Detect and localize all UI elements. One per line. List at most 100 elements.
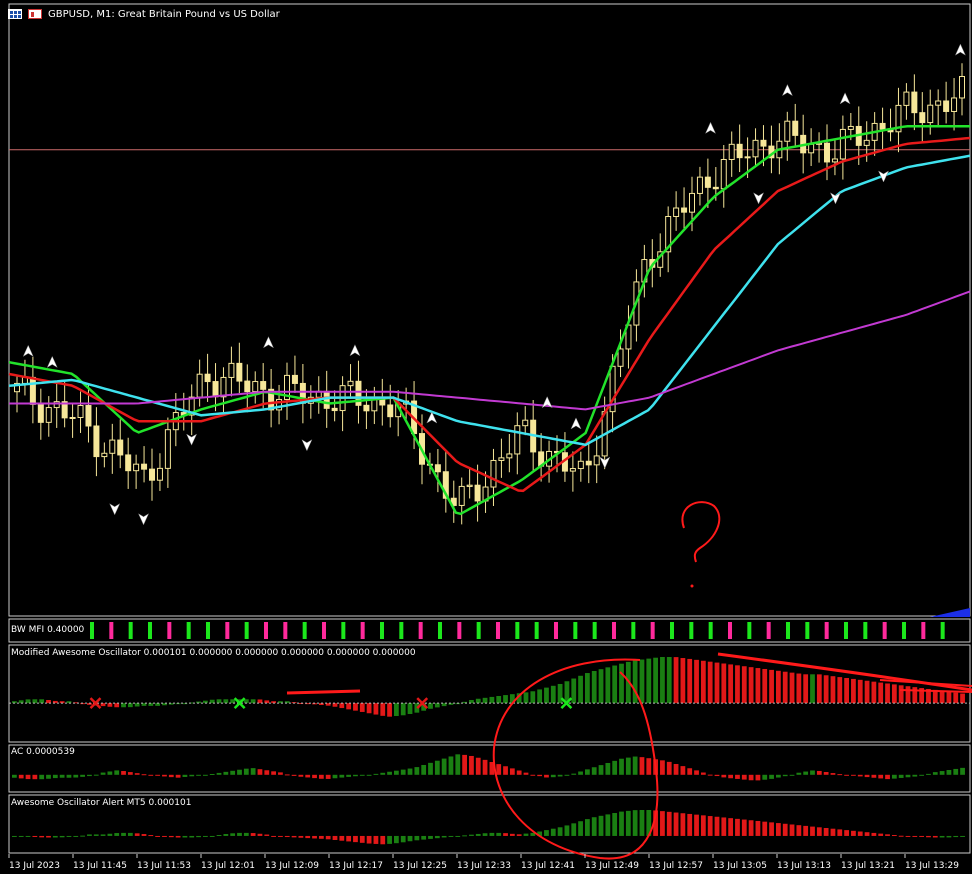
aoa-bar (400, 835, 406, 843)
mao-bar (373, 703, 379, 715)
candle-body (704, 176, 711, 188)
mao-bar (728, 664, 734, 704)
mao-bar (646, 658, 652, 704)
time-axis-label: 13 Jul 11:53 (137, 861, 191, 871)
ac-bar (646, 758, 652, 775)
candle-body (728, 143, 735, 160)
ac-bar (462, 754, 467, 775)
mao-bar (864, 680, 870, 704)
candle-body (93, 425, 100, 458)
ac-bar (530, 774, 536, 776)
aoa-bar (871, 832, 877, 836)
mao-bar (550, 685, 556, 704)
candle-body (434, 464, 441, 473)
grid-icon[interactable] (8, 9, 22, 19)
moving-average-line (8, 136, 971, 493)
ac-bar (366, 774, 372, 776)
ac-bar (885, 774, 890, 780)
aoa-bar (66, 835, 72, 837)
aoa-bar (796, 825, 802, 836)
ac-bar (107, 771, 113, 775)
aoa-bar (509, 833, 515, 836)
mao-bar (844, 678, 849, 704)
candle-body (919, 112, 926, 124)
ac-bar (926, 773, 931, 775)
candle-body (149, 468, 155, 481)
mao-bar (721, 663, 727, 704)
mao-bar (428, 703, 433, 709)
candle-body (943, 100, 950, 112)
aoa-bar (721, 817, 727, 836)
fractal-down-arrow (109, 503, 121, 516)
aoa-bar (250, 833, 256, 836)
mao-bar (107, 703, 113, 707)
ac-bar (585, 769, 590, 775)
candle-body (736, 143, 743, 159)
aoa-bar (605, 814, 611, 836)
aoa-bar (380, 835, 386, 845)
aoa-bar (80, 835, 85, 837)
mao-bar (380, 703, 386, 716)
chart-canvas[interactable]: 13 Jul 2023 13 Jul 11:45 13 Jul 11:53 13 Ju… (0, 0, 972, 874)
ac-bar (428, 762, 433, 775)
mao-bar (837, 677, 843, 704)
time-axis-label: 13 Jul 12:57 (649, 861, 703, 871)
mao-bar (332, 703, 338, 707)
mao-bar (769, 669, 774, 704)
ac-bar (434, 760, 440, 775)
ac-bar (121, 771, 126, 775)
candle-body (228, 362, 235, 378)
mao-bar (789, 672, 795, 704)
time-axis-label: 13 Jul 13:05 (713, 861, 767, 871)
ac-bar (271, 771, 276, 775)
candle-body (752, 139, 759, 158)
aoa-bar (59, 835, 65, 838)
aoa-bar (810, 826, 815, 836)
mao-bar (121, 703, 126, 708)
mao-bar (885, 683, 890, 704)
aoa-bar (141, 834, 147, 836)
mao-bar (230, 699, 236, 704)
ac-bar (168, 774, 174, 778)
ac-bar (571, 773, 577, 775)
candle-body (37, 403, 44, 423)
ac-bar (578, 771, 583, 775)
aoa-bar (264, 834, 270, 836)
candle-body (29, 376, 36, 405)
ac-bar (257, 769, 263, 775)
aoa-bar (953, 835, 959, 838)
mao-bar (114, 703, 120, 708)
candle-body (498, 457, 505, 461)
aoa-bar (12, 835, 17, 837)
candle-body (903, 91, 910, 106)
aoa-bar (332, 835, 338, 841)
aoa-bar (639, 810, 645, 836)
aoa-bar (325, 835, 331, 840)
moving-average-line (9, 290, 971, 411)
fractal-up-arrow (704, 121, 717, 134)
mfi-bar (399, 622, 404, 639)
chart-title: GBPUSD, M1: Great Britain Pound vs US Do… (48, 8, 280, 20)
chart-icon[interactable] (28, 9, 42, 19)
ac-bar (680, 766, 686, 775)
mao-bar (250, 699, 256, 704)
candle-body (712, 186, 719, 190)
mao-bar (653, 657, 658, 704)
aoa-bar (844, 830, 849, 836)
ac-bar (394, 770, 399, 775)
ac-bar (803, 771, 809, 775)
mao-bar (353, 703, 358, 711)
candle-body (569, 468, 576, 472)
aoa-bar (632, 810, 638, 836)
aoa-bar (544, 830, 549, 836)
aoa-bar (960, 835, 965, 837)
ac-bar (857, 774, 863, 777)
ac-bar (898, 774, 904, 778)
aoa-bar (291, 835, 297, 838)
aoa-bar (93, 834, 99, 836)
time-axis-label: 13 Jul 12:41 (521, 861, 575, 871)
mfi-bar (380, 622, 384, 639)
mfi-bar (786, 622, 790, 639)
ac-bar (162, 774, 167, 777)
aoa-bar (598, 815, 604, 836)
